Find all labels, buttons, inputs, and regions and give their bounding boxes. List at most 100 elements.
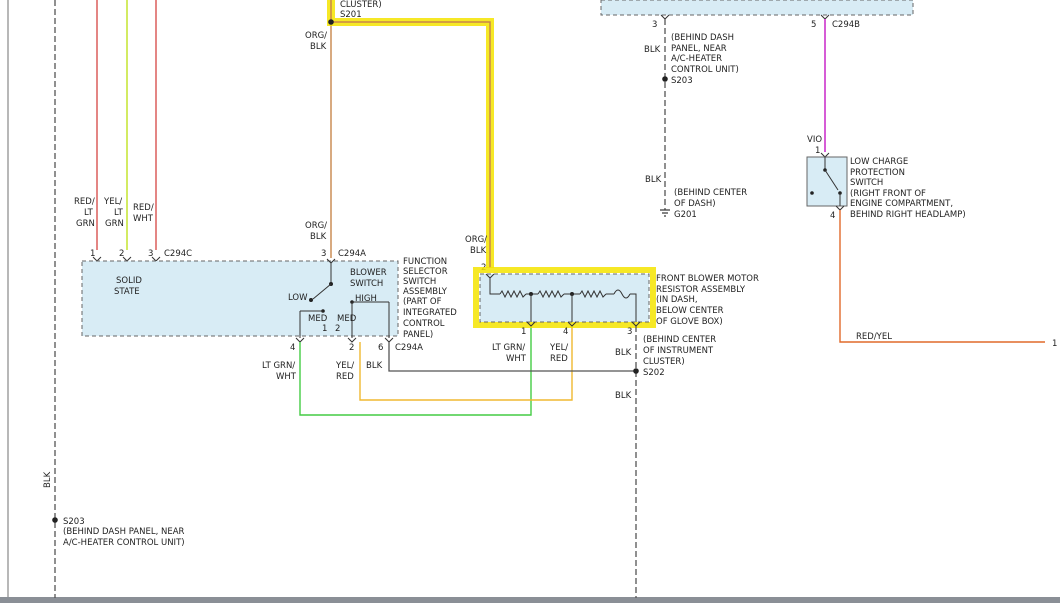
- res-label-2: RESISTOR ASSEMBLY: [656, 285, 746, 295]
- vio-label: VIO: [807, 135, 822, 145]
- c294a-pin-2: 2: [349, 343, 354, 353]
- s203-top-label: S203: [671, 76, 693, 86]
- solid-state-label-1: SOLID: [116, 276, 142, 286]
- res-label-4: BELOW CENTER: [656, 306, 724, 316]
- wiring-diagram: BLK S203 (BEHIND DASH PANEL, NEAR A/C-HE…: [0, 0, 1060, 603]
- diagram-svg: BLK S203 (BEHIND DASH PANEL, NEAR A/C-HE…: [0, 0, 1060, 603]
- org-blk-mid-2: BLK: [310, 232, 327, 242]
- c294c-pin-1: 1: [90, 249, 95, 259]
- c294a-pin-4: 4: [290, 343, 295, 353]
- dash-note-2: PANEL, NEAR: [671, 44, 727, 54]
- blower-switch-label-1: BLOWER: [350, 268, 387, 278]
- lcp-label-3: SWITCH: [850, 178, 883, 188]
- instr-note-3: CLUSTER): [643, 357, 685, 367]
- res-orgblk-1: ORG/: [465, 235, 487, 245]
- red-yel-end-pin: 1: [1052, 339, 1057, 349]
- res-ltgrn-1: LT GRN/: [492, 343, 525, 353]
- fss-ltgrn-2: WHT: [276, 372, 297, 382]
- w2-label-3: GRN: [105, 219, 124, 229]
- med2-label: MED: [337, 314, 357, 324]
- res-label-1: FRONT BLOWER MOTOR: [656, 274, 759, 284]
- resistor-box: [479, 273, 650, 323]
- low-charge-switch-box: [806, 156, 848, 207]
- s202-splice: [633, 368, 639, 374]
- wire-red-yel: [839, 210, 1045, 343]
- fss-yelred-2: RED: [336, 372, 354, 382]
- blk-a-label: BLK: [644, 45, 661, 55]
- blk-down-label: BLK: [615, 391, 632, 401]
- c294a-pin-3: 3: [321, 249, 326, 259]
- dash-note-4: CONTROL UNIT): [671, 65, 739, 75]
- res-yelred-1: YEL/: [549, 343, 568, 353]
- res-pin-4: 4: [563, 327, 568, 337]
- c294a-top-label: C294A: [338, 249, 366, 259]
- c294a-bottom-chevrons: [295, 337, 394, 343]
- w1-label-1: RED/: [74, 197, 95, 207]
- w2-label-2: LT: [114, 208, 124, 218]
- s201-label: S201: [340, 10, 362, 20]
- lcp-label-1: LOW CHARGE: [850, 157, 908, 167]
- lcp-label-5: ENGINE COMPARTMENT,: [850, 199, 953, 209]
- res-orgblk-2: BLK: [470, 246, 487, 256]
- switch-low-label: LOW: [288, 293, 308, 303]
- top-pin-5: 5: [811, 20, 816, 30]
- bottom-strip: [0, 597, 1060, 603]
- org-blk-top-1: ORG/: [305, 31, 327, 41]
- c294a-bottom-label: C294A: [395, 343, 423, 353]
- fss-label-3: SWITCH: [403, 277, 436, 287]
- org-blk-mid-1: ORG/: [305, 221, 327, 231]
- s203-note-1: (BEHIND DASH PANEL, NEAR: [63, 527, 185, 537]
- top-right-component: [600, 0, 914, 16]
- s203-top-splice: [662, 76, 668, 82]
- blower-switch-label-2: SWITCH: [350, 279, 383, 289]
- lcp-label-4: (RIGHT FRONT OF: [850, 189, 926, 199]
- s203-bottom-label: S203: [63, 517, 85, 527]
- dash-note-1: (BEHIND DASH: [671, 33, 734, 43]
- instr-note-2: OF INSTRUMENT: [643, 346, 714, 356]
- res-yelred-2: RED: [550, 354, 568, 364]
- fss-ltgrn-1: LT GRN/: [262, 361, 295, 371]
- w1-label-3: GRN: [76, 219, 95, 229]
- fss-label-1: FUNCTION: [403, 257, 447, 267]
- res-label-5: OF GLOVE BOX): [656, 317, 723, 327]
- fss-yelred-1: YEL/: [335, 361, 354, 371]
- fss-label-4: ASSEMBLY: [403, 287, 448, 297]
- center-dash-note-1: (BEHIND CENTER: [674, 188, 747, 198]
- s201-splice: [328, 19, 334, 25]
- lcp-label-6: BEHIND RIGHT HEADLAMP): [850, 210, 966, 220]
- sw-pin-1: 1: [815, 146, 820, 156]
- blk-vertical-label: BLK: [43, 471, 53, 488]
- s203-note-2: A/C-HEATER CONTROL UNIT): [63, 538, 185, 548]
- s203-bottom-splice: [52, 517, 58, 523]
- res-pin-3: 3: [627, 327, 632, 337]
- org-blk-top-2: BLK: [310, 42, 327, 52]
- fss-label-7: CONTROL: [403, 319, 445, 329]
- res-pin-1: 1: [521, 327, 526, 337]
- red-yel-label: RED/YEL: [856, 332, 892, 342]
- fss-label-6: INTEGRATED: [403, 308, 457, 318]
- res-ltgrn-2: WHT: [506, 354, 527, 364]
- w1-label-2: LT: [84, 208, 94, 218]
- instr-note-1: (BEHIND CENTER: [643, 335, 716, 345]
- med1-label: MED: [308, 314, 328, 324]
- cluster-fragment: CLUSTER): [340, 0, 382, 10]
- c294a-pin-6: 6: [378, 343, 383, 353]
- wire-org-blk-highlighted: [330, 0, 491, 268]
- res-blk: BLK: [615, 348, 632, 358]
- fss-blk: BLK: [366, 361, 383, 371]
- w2-label-1: YEL/: [103, 197, 122, 207]
- fss-label-2: SELECTOR: [403, 267, 448, 277]
- center-dash-note-2: OF DASH): [674, 199, 716, 209]
- w3-label-2: WHT: [133, 214, 154, 224]
- solid-state-label-2: STATE: [114, 287, 140, 297]
- lcp-label-2: PROTECTION: [850, 168, 905, 178]
- c294c-label: C294C: [164, 249, 192, 259]
- top-pin-3: 3: [652, 20, 657, 30]
- fss-label-8: PANEL): [403, 330, 433, 340]
- dash-note-3: A/C-HEATER: [671, 54, 722, 64]
- res-label-3: (IN DASH,: [656, 295, 698, 305]
- c294b-label: C294B: [832, 20, 860, 30]
- med2-num: 2: [335, 324, 340, 334]
- fss-label-5: (PART OF: [403, 297, 442, 307]
- w3-label-1: RED/: [133, 203, 154, 213]
